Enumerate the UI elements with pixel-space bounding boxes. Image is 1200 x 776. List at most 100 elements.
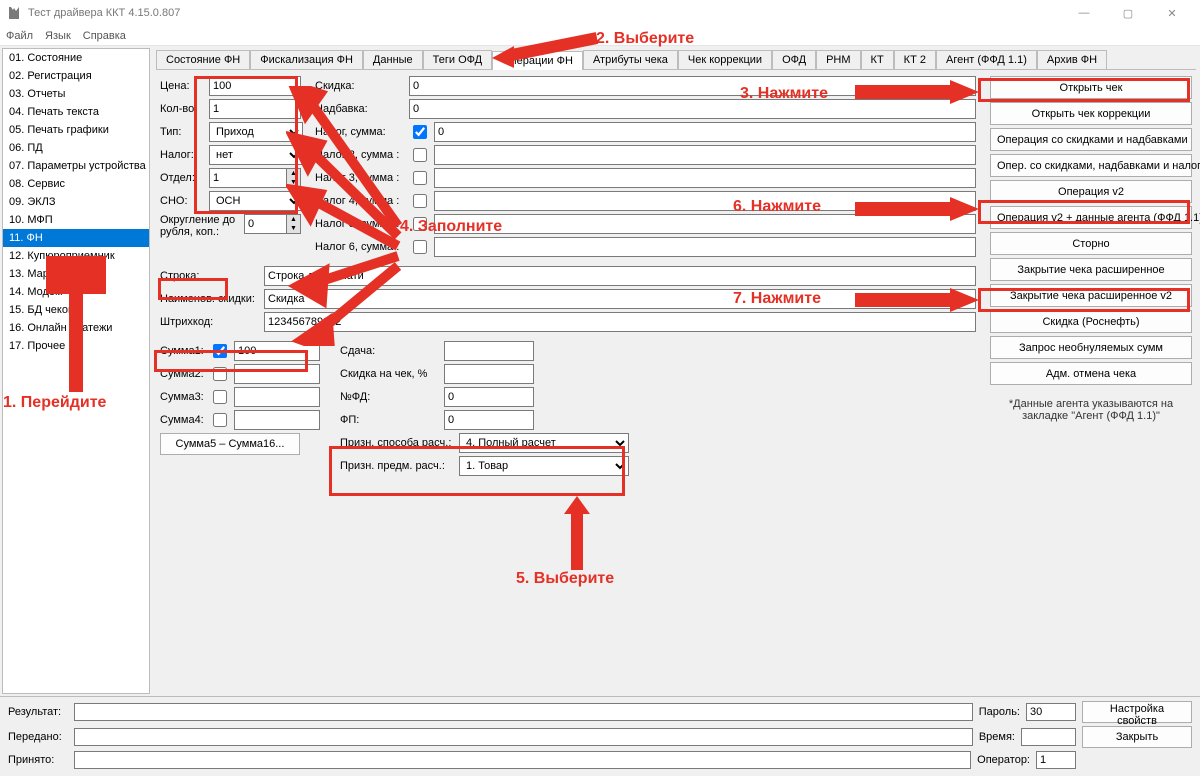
discname-input[interactable]	[264, 289, 976, 309]
recv-label: Принято:	[8, 754, 68, 766]
tax4-checkbox[interactable]	[413, 194, 427, 208]
tax6-checkbox[interactable]	[413, 240, 427, 254]
time-input[interactable]	[1021, 728, 1076, 746]
open-check-button[interactable]: Открыть чек	[990, 76, 1192, 99]
sent-input[interactable]	[74, 728, 973, 746]
sidebar-item-11[interactable]: 12. Купюроприемник	[3, 247, 149, 265]
sum1-checkbox[interactable]	[213, 344, 227, 358]
sidebar-item-16[interactable]: 17. Прочее	[3, 337, 149, 355]
discname-label: Наименов. скидки:	[160, 293, 260, 305]
sidebar-item-5[interactable]: 06. ПД	[3, 139, 149, 157]
close-app-button[interactable]: Закрыть	[1082, 726, 1192, 748]
sum4-label: Сумма4:	[160, 414, 205, 426]
tab-0[interactable]: Состояние ФН	[156, 50, 250, 69]
change-input[interactable]	[444, 341, 534, 361]
minimize-button[interactable]: —	[1062, 0, 1106, 26]
tab-8[interactable]: PHM	[816, 50, 860, 69]
dept-spinner[interactable]: ▲▼	[286, 169, 300, 187]
menu-lang[interactable]: Язык	[45, 30, 71, 42]
tab-2[interactable]: Данные	[363, 50, 423, 69]
op-v2-button[interactable]: Операция v2	[990, 180, 1192, 203]
sidebar-item-7[interactable]: 08. Сервис	[3, 175, 149, 193]
tax3-input[interactable]	[434, 168, 976, 188]
tab-1[interactable]: Фискализация ФН	[250, 50, 363, 69]
sum4-checkbox[interactable]	[213, 413, 227, 427]
close-ext-button[interactable]: Закрытие чека расширенное	[990, 258, 1192, 281]
sidebar-item-3[interactable]: 04. Печать текста	[3, 103, 149, 121]
tax5-checkbox[interactable]	[413, 217, 427, 231]
tab-12[interactable]: Архив ФН	[1037, 50, 1107, 69]
tax3-checkbox[interactable]	[413, 171, 427, 185]
qty-input[interactable]	[209, 99, 301, 119]
req-nonzero-button[interactable]: Запрос необнуляемых сумм	[990, 336, 1192, 359]
adm-cancel-button[interactable]: Адм. отмена чека	[990, 362, 1192, 385]
sum1-input[interactable]	[234, 341, 320, 361]
surcharge-label: Надбавка:	[315, 103, 405, 115]
tax5-input[interactable]	[434, 214, 976, 234]
disccheck-input[interactable]	[444, 364, 534, 384]
barcode-input[interactable]	[264, 312, 976, 332]
surcharge-input[interactable]	[409, 99, 976, 119]
recv-input[interactable]	[74, 751, 971, 769]
sidebar-item-6[interactable]: 07. Параметры устройства	[3, 157, 149, 175]
menu-help[interactable]: Справка	[83, 30, 126, 42]
taxsum-input[interactable]	[434, 122, 976, 142]
sum5-button[interactable]: Сумма5 – Сумма16...	[160, 433, 300, 455]
result-input[interactable]	[74, 703, 973, 721]
discount-input[interactable]	[409, 76, 976, 96]
tax2-input[interactable]	[434, 145, 976, 165]
tab-4[interactable]: Операции ФН	[492, 51, 583, 70]
sidebar-item-15[interactable]: 16. Онлайн платежи	[3, 319, 149, 337]
sidebar-item-0[interactable]: 01. Состояние	[3, 49, 149, 67]
round-spinner[interactable]: ▲▼	[286, 215, 300, 233]
tax6-input[interactable]	[434, 237, 976, 257]
sidebar-item-13[interactable]: 14. Модем	[3, 283, 149, 301]
sum3-input[interactable]	[234, 387, 320, 407]
tab-10[interactable]: КТ 2	[894, 50, 936, 69]
price-input[interactable]	[209, 76, 301, 96]
sidebar-item-9[interactable]: 10. МФП	[3, 211, 149, 229]
close-ext-v2-button[interactable]: Закрытие чека расширенное v2	[990, 284, 1192, 307]
tax-select[interactable]: нет	[209, 145, 303, 165]
close-button[interactable]: ✕	[1150, 0, 1194, 26]
content-area: Состояние ФНФискализация ФНДанныеТеги ОФ…	[152, 46, 1200, 696]
subj-select[interactable]: 1. Товар	[459, 456, 629, 476]
op-disc-tax-button[interactable]: Опер. со скидками, надбавками и налогом	[990, 154, 1192, 177]
tab-3[interactable]: Теги ОФД	[423, 50, 492, 69]
sidebar-item-8[interactable]: 09. ЭКЛЗ	[3, 193, 149, 211]
sum4-input[interactable]	[234, 410, 320, 430]
disc-rosneft-button[interactable]: Скидка (Роснефть)	[990, 310, 1192, 333]
sidebar-item-4[interactable]: 05. Печать графики	[3, 121, 149, 139]
pass-input[interactable]	[1026, 703, 1076, 721]
nofd-input[interactable]	[444, 387, 534, 407]
paymethod-select[interactable]: 4. Полный расчет	[459, 433, 629, 453]
open-corr-button[interactable]: Открыть чек коррекции	[990, 102, 1192, 125]
sidebar-item-1[interactable]: 02. Регистрация	[3, 67, 149, 85]
storno-button[interactable]: Сторно	[990, 232, 1192, 255]
tab-5[interactable]: Атрибуты чека	[583, 50, 678, 69]
sum3-checkbox[interactable]	[213, 390, 227, 404]
sum2-checkbox[interactable]	[213, 367, 227, 381]
type-select[interactable]: Приход	[209, 122, 303, 142]
maximize-button[interactable]: ▢	[1106, 0, 1150, 26]
tab-6[interactable]: Чек коррекции	[678, 50, 772, 69]
tab-9[interactable]: КТ	[861, 50, 894, 69]
fp-input[interactable]	[444, 410, 534, 430]
tax4-input[interactable]	[434, 191, 976, 211]
sidebar-item-14[interactable]: 15. БД чеков	[3, 301, 149, 319]
sidebar-item-12[interactable]: 13. Маркировк	[3, 265, 149, 283]
tax2-checkbox[interactable]	[413, 148, 427, 162]
sum2-input[interactable]	[234, 364, 320, 384]
settings-button[interactable]: Настройка свойств	[1082, 701, 1192, 723]
line-input[interactable]	[264, 266, 976, 286]
menu-file[interactable]: Файл	[6, 30, 33, 42]
tab-7[interactable]: ОФД	[772, 50, 816, 69]
oper-input[interactable]	[1036, 751, 1076, 769]
sidebar-item-10[interactable]: 11. ФН	[3, 229, 149, 247]
sno-select[interactable]: ОСН	[209, 191, 303, 211]
op-v2-agent-button[interactable]: Операция v2 + данные агента (ФФД 1.1)*	[990, 206, 1192, 229]
op-disc-button[interactable]: Операция со скидками и надбавками	[990, 128, 1192, 151]
tab-11[interactable]: Агент (ФФД 1.1)	[936, 50, 1037, 69]
taxsum-checkbox[interactable]	[413, 125, 427, 139]
sidebar-item-2[interactable]: 03. Отчеты	[3, 85, 149, 103]
